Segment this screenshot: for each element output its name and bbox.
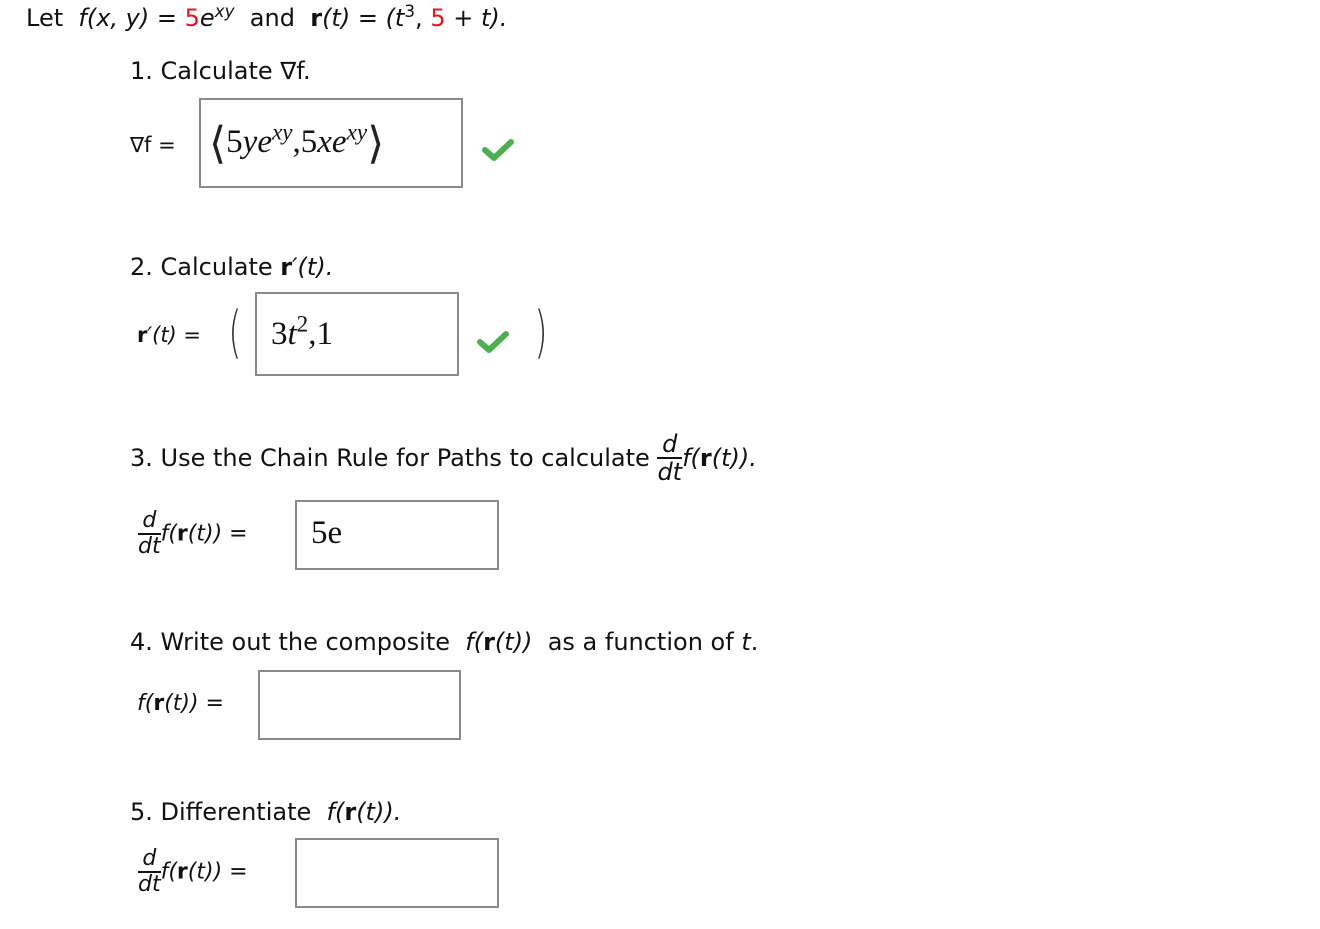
- and-word: and: [249, 4, 295, 32]
- q2-answer-value: 3t2,1: [271, 310, 333, 352]
- q2-answer-input[interactable]: 3t2,1: [255, 292, 459, 376]
- check-icon: [477, 331, 509, 353]
- r-tail: + t).: [453, 4, 508, 32]
- r-definition: (t) = (t: [322, 4, 405, 32]
- f-exponent: xy: [214, 0, 235, 21]
- q5-label: d dt f(r(t)) =: [138, 846, 248, 897]
- f-base: e: [199, 4, 215, 32]
- q1-label: ∇f =: [130, 133, 176, 157]
- let-word: Let: [26, 4, 64, 32]
- q3-answer-value: 5e: [311, 515, 343, 551]
- q2-open-paren: (: [228, 300, 242, 365]
- q1-answer-input[interactable]: ⟨5yexy,5xexy⟩: [199, 98, 463, 188]
- r-exponent: 3: [404, 0, 416, 21]
- q1-prompt: 1. Calculate ∇f.: [130, 57, 311, 85]
- r-symbol: r: [310, 4, 323, 32]
- q2-prompt: 2. Calculate r′(t).: [130, 253, 334, 281]
- q4-answer-input[interactable]: [258, 670, 461, 740]
- q4-prompt: 4. Write out the composite f(r(t)) as a …: [130, 628, 759, 656]
- q3-answer-input[interactable]: 5e: [295, 500, 499, 570]
- q3-prompt: 3. Use the Chain Rule for Paths to calcu…: [130, 430, 757, 486]
- q3-label: d dt f(r(t)) =: [138, 508, 248, 559]
- r-constant: 5: [430, 4, 446, 32]
- q3-derivative-fraction: d dt: [657, 430, 683, 486]
- q5-prompt: 5. Differentiate f(r(t)).: [130, 798, 402, 826]
- q5-label-fraction: d dt: [138, 846, 161, 897]
- f-definition-lhs: f(x, y) =: [78, 4, 177, 32]
- q3-label-fraction: d dt: [138, 508, 161, 559]
- q2-close-paren: ): [534, 300, 548, 365]
- r-comma: ,: [415, 4, 423, 32]
- q5-answer-input[interactable]: [295, 838, 499, 908]
- check-icon: [482, 139, 514, 161]
- q4-label: f(r(t)) =: [137, 691, 224, 716]
- q1-answer-value: ⟨5yexy,5xexy⟩: [209, 118, 385, 168]
- q2-label: r′(t) =: [137, 323, 202, 347]
- problem-statement: Let f(x, y) = 5exy and r(t) = (t3, 5 + t…: [26, 0, 508, 32]
- f-coefficient: 5: [184, 4, 200, 32]
